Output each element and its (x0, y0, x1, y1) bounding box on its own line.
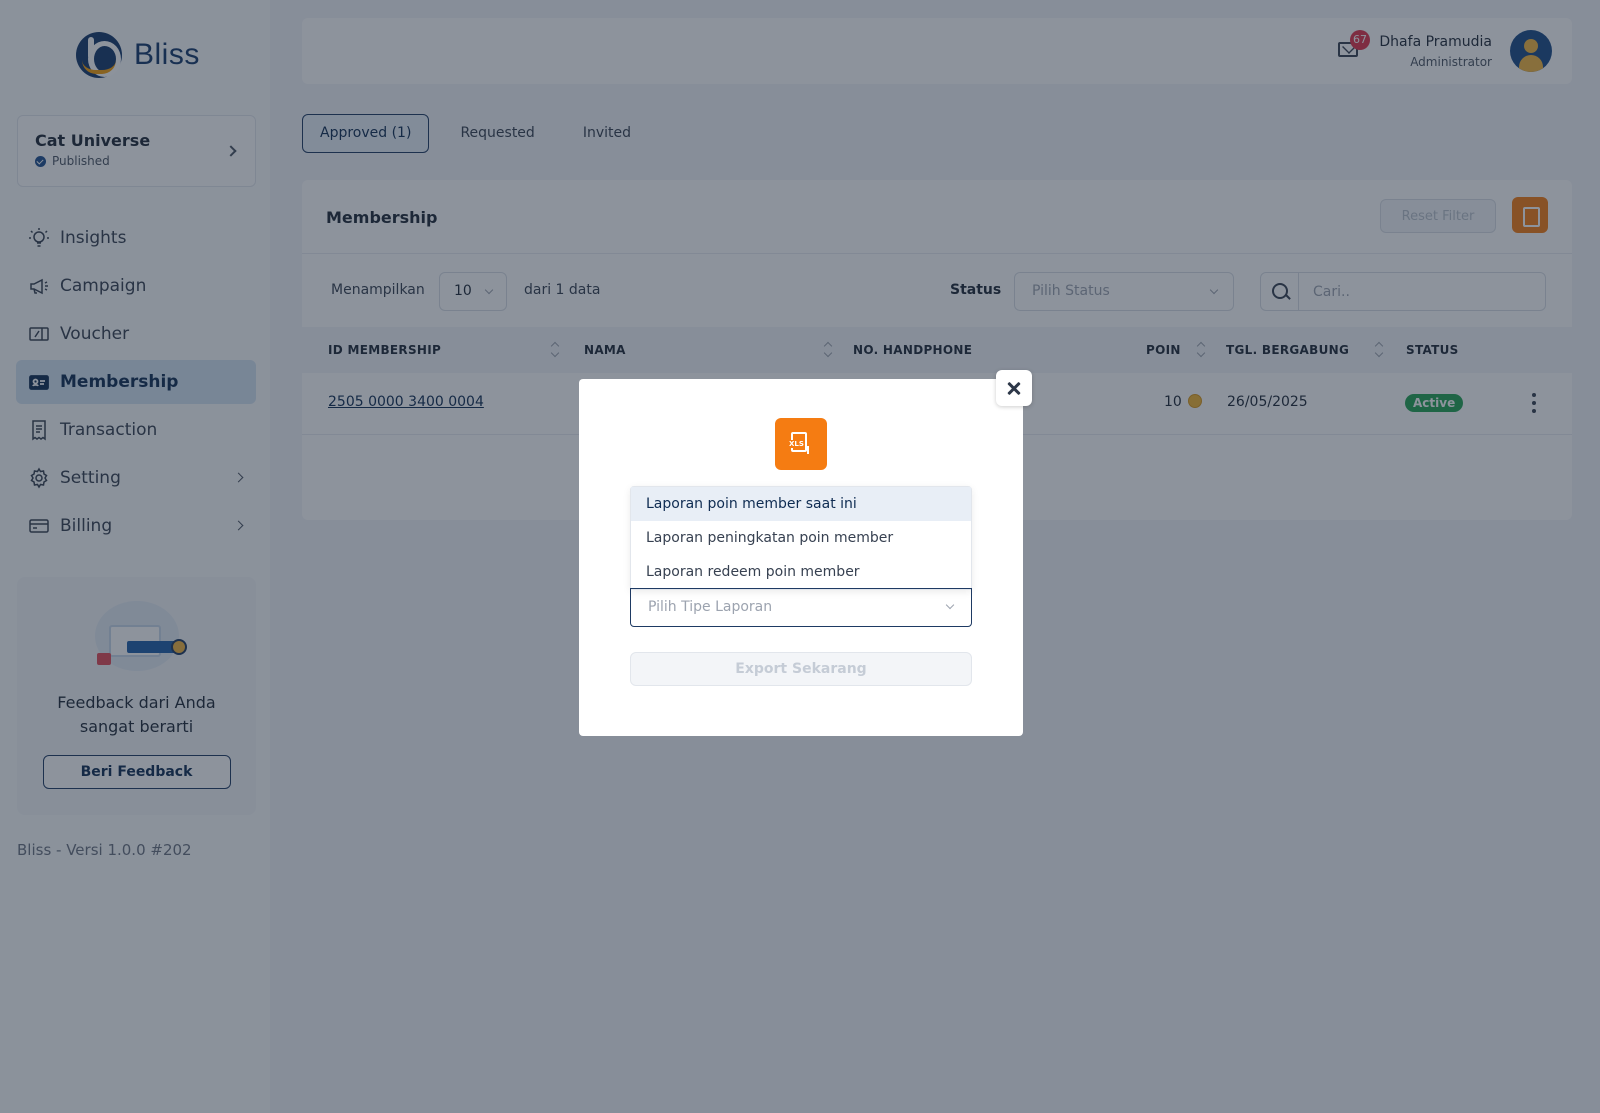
option-current-points[interactable]: Laporan poin member saat ini (631, 487, 971, 521)
export-now-button[interactable]: Export Sekarang (630, 652, 972, 686)
xls-export-icon: XLS (775, 418, 827, 470)
report-type-select[interactable]: Pilih Tipe Laporan (630, 588, 972, 627)
chevron-down-icon (945, 600, 955, 610)
report-type-placeholder: Pilih Tipe Laporan (648, 599, 773, 615)
close-icon[interactable] (996, 370, 1032, 406)
option-points-increase[interactable]: Laporan peningkatan poin member (631, 521, 971, 555)
report-type-options: Laporan poin member saat ini Laporan pen… (630, 486, 972, 590)
xls-icon-label: XLS (788, 440, 805, 448)
option-points-redeem[interactable]: Laporan redeem poin member (631, 555, 971, 589)
export-modal: XLS Laporan poin member saat ini Laporan… (579, 379, 1023, 736)
